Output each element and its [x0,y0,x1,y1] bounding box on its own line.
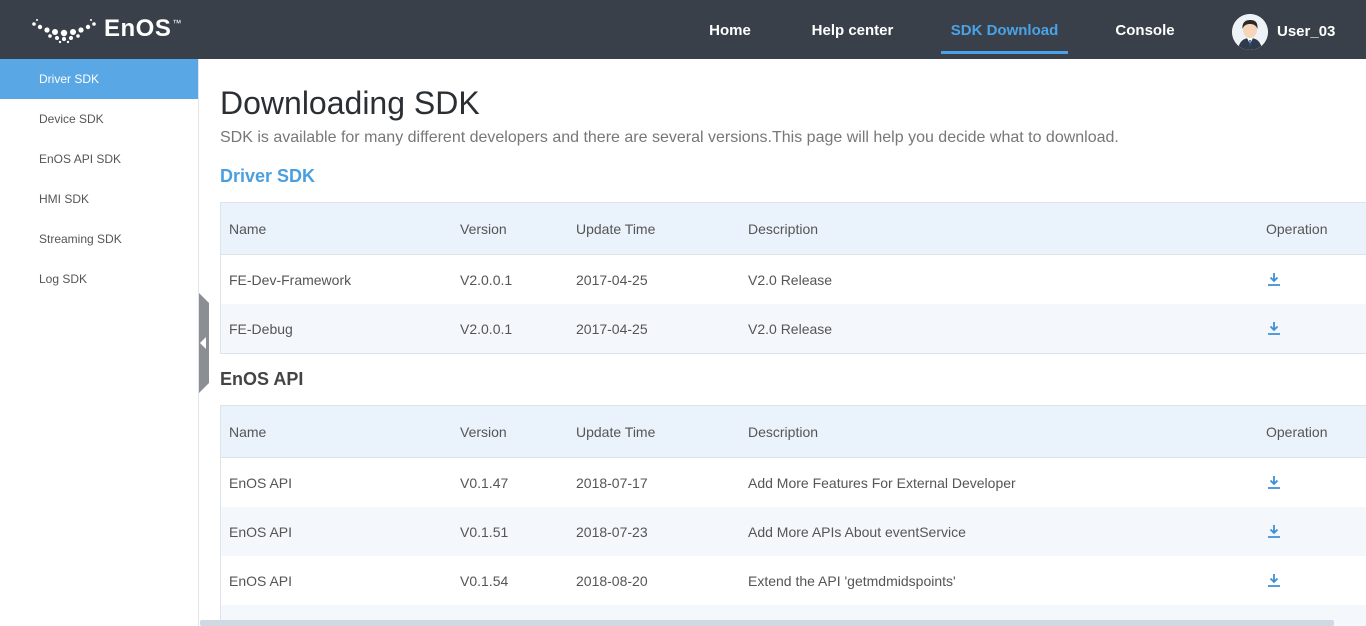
column-header-version: Version [460,220,507,237]
download-icon[interactable] [1268,574,1280,587]
cell-name: FE-Debug [229,320,293,337]
section-title-driver-sdk: Driver SDK [220,166,316,186]
cell-operation [1266,458,1280,507]
download-icon[interactable] [1268,273,1280,286]
sidebar-item-enos-api-sdk[interactable]: EnOS API SDK [0,139,198,179]
column-header-operation: Operation [1266,220,1328,237]
cell-name: FE-Dev-Framework [229,271,352,288]
cell-description: Add More APIs About eventService [748,523,966,540]
active-nav-indicator [941,51,1068,54]
cell-name: EnOS API [229,523,293,540]
cell-version: V0.1.54 [460,572,509,589]
table-row: EnOS API V0.1.54 2018-08-20 Extend the A… [221,556,1366,605]
sidebar-item-device-sdk[interactable]: Device SDK [0,99,198,139]
table-row: FE-Dev-Framework V2.0.0.1 2017-04-25 V2.… [221,255,1366,304]
column-header-name: Name [229,220,267,237]
sidebar-item-driver-sdk[interactable]: Driver SDK [0,59,198,99]
nav-home[interactable]: Home [700,0,760,59]
sidebar-item-log-sdk[interactable]: Log SDK [0,259,198,299]
user-avatar-icon [1232,14,1268,50]
download-icon[interactable] [1268,525,1280,538]
cell-description: Add More Features For External Developer [748,474,1016,491]
table-row: EnOS API V0.1.47 2018-07-17 Add More Fea… [221,458,1366,507]
nav-help-center[interactable]: Help center [805,0,900,59]
top-navigation-bar: EnOS ™ Home Help center SDK Download Con… [0,0,1366,59]
driver-sdk-table: Name Version Update Time Description Ope… [220,202,1366,354]
section-title-enos-api: EnOS API [220,369,304,389]
cell-update-time: 2018-07-23 [576,523,648,540]
cell-description: Extend the API 'getmdmidspoints' [748,572,956,589]
chevron-left-icon [200,337,206,349]
cell-update-time: 2018-07-17 [576,474,648,491]
enos-logo[interactable]: EnOS ™ [30,12,181,46]
cell-name: EnOS API [229,474,293,491]
sidebar: Driver SDK Device SDK EnOS API SDK HMI S… [0,59,199,626]
table-row: EnOS API V0.1.51 2018-07-23 Add More API… [221,507,1366,556]
column-header-version: Version [460,423,507,440]
download-icon[interactable] [1268,476,1280,489]
table-header: Name Version Update Time Description Ope… [221,203,1366,255]
column-header-operation: Operation [1266,423,1328,440]
column-header-description: Description [748,423,819,440]
cell-version: V0.1.47 [460,474,509,491]
cell-name: EnOS API [229,572,293,589]
page-description: SDK is available for many different deve… [220,129,1119,146]
logo-trademark: ™ [172,18,182,28]
sidebar-item-streaming-sdk[interactable]: Streaming SDK [0,219,198,259]
cell-version: V0.1.51 [460,523,509,540]
logo-text: EnOS [104,15,172,42]
column-header-update-time: Update Time [576,220,656,237]
logo-dots-icon [32,19,96,44]
column-header-description: Description [748,220,819,237]
user-avatar[interactable] [1232,14,1268,50]
table-header: Name Version Update Time Description Ope… [221,406,1366,458]
cell-update-time: 2017-04-25 [576,271,648,288]
main-content: Downloading SDK SDK is available for man… [220,59,1366,626]
cell-description: V2.0 Release [748,271,833,288]
cell-operation [1266,255,1280,304]
user-name[interactable]: User_03 [1277,0,1335,64]
cell-update-time: 2018-08-20 [576,572,648,589]
sidebar-collapse-toggle[interactable] [199,293,209,393]
column-header-name: Name [229,423,267,440]
cell-operation [1266,556,1280,605]
page-title: Downloading SDK [220,85,480,121]
cell-operation [1266,304,1280,353]
table-row: FE-Debug V2.0.0.1 2017-04-25 V2.0 Releas… [221,304,1366,353]
cell-operation [1266,507,1280,556]
cell-description: V2.0 Release [748,320,833,337]
download-icon[interactable] [1268,322,1280,335]
column-header-update-time: Update Time [576,423,656,440]
cell-version: V2.0.0.1 [460,271,513,288]
cell-version: V2.0.0.1 [460,320,513,337]
nav-console[interactable]: Console [1110,0,1180,59]
enos-api-table: Name Version Update Time Description Ope… [220,405,1366,626]
sidebar-item-hmi-sdk[interactable]: HMI SDK [0,179,198,219]
horizontal-scrollbar[interactable] [200,620,1334,626]
cell-update-time: 2017-04-25 [576,320,648,337]
